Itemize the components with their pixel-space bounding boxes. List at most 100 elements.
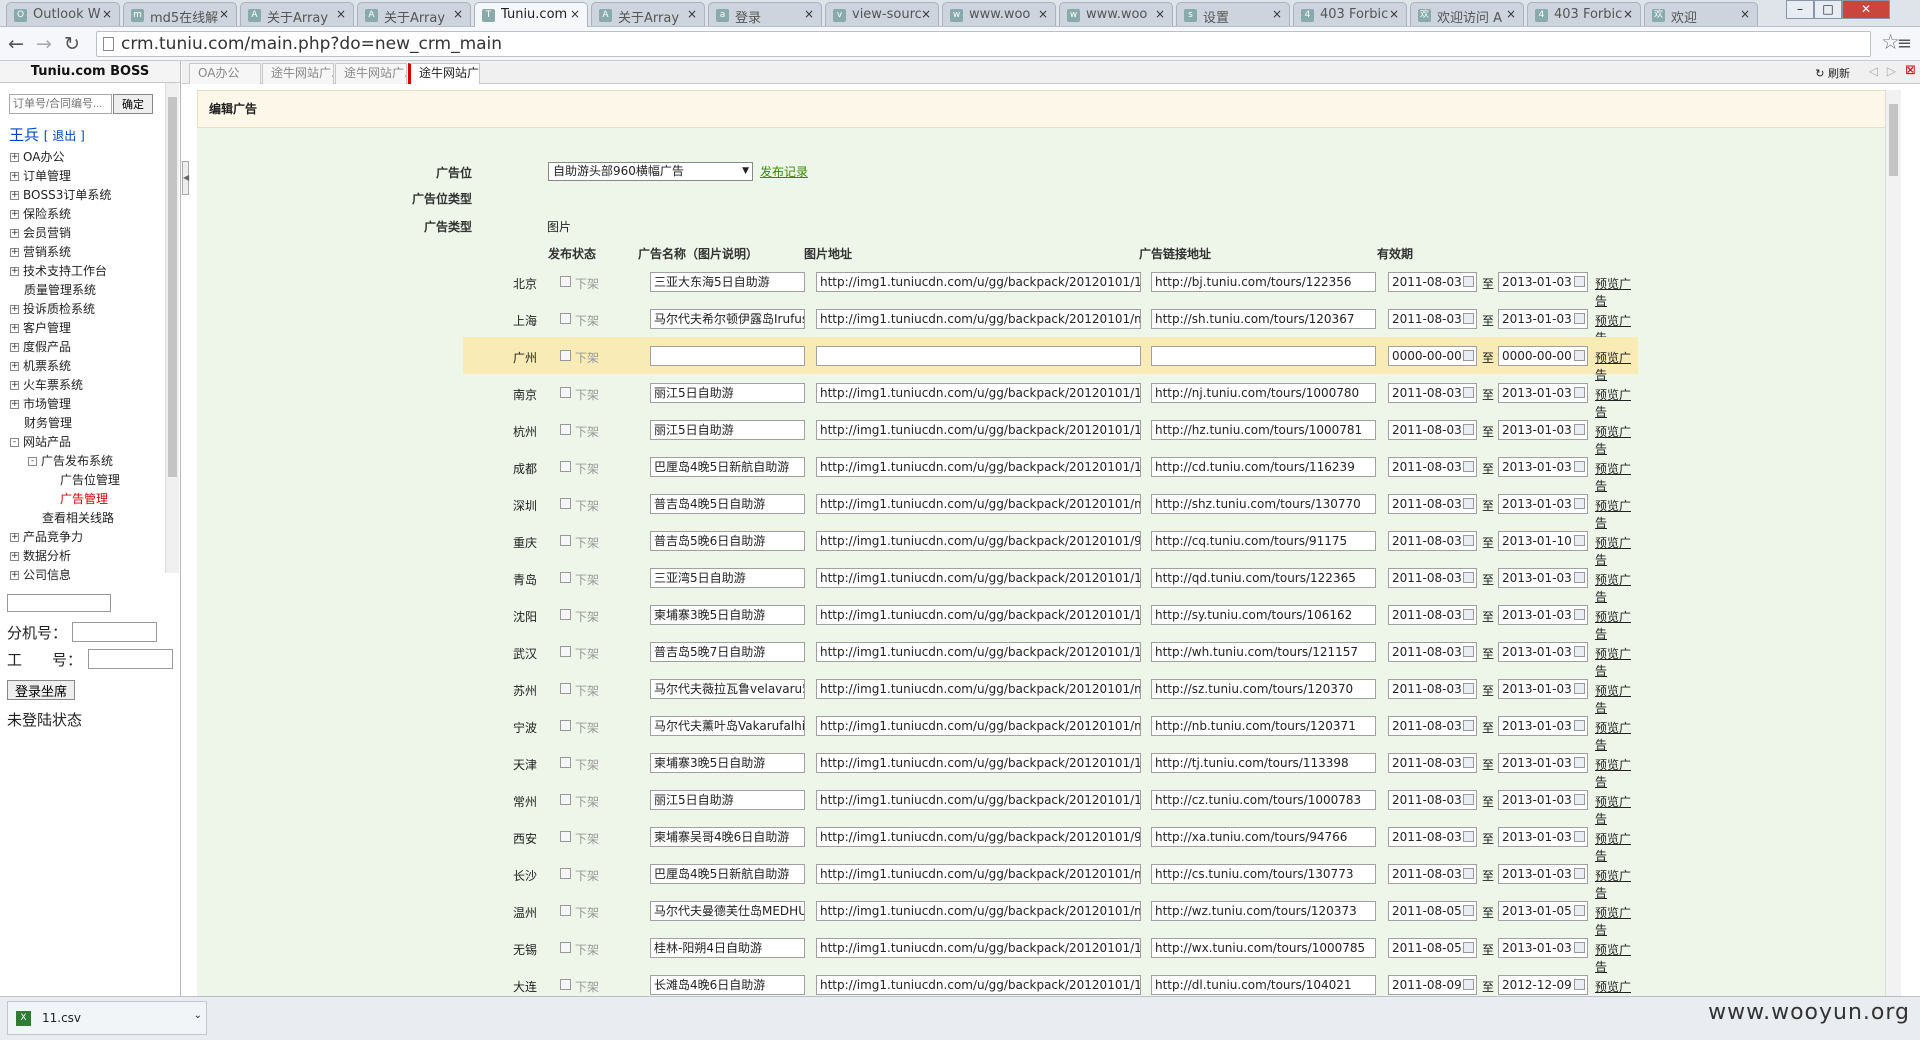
image-url-input[interactable]: http://img1.tuniucdn.com/u/gg/backpack/2…	[816, 272, 1141, 292]
confirm-button[interactable]: 确定	[113, 94, 153, 114]
status-checkbox[interactable]	[560, 831, 571, 842]
calendar-icon[interactable]	[1463, 683, 1474, 694]
tab-close-icon[interactable]: ×	[1272, 7, 1282, 21]
calendar-icon[interactable]	[1574, 831, 1585, 842]
tab-close-icon[interactable]: ×	[1506, 7, 1516, 21]
calendar-icon[interactable]	[1574, 942, 1585, 953]
tab-close-icon[interactable]: ×	[219, 7, 229, 21]
end-date-input[interactable]: 2013-01-03	[1498, 938, 1588, 958]
start-date-input[interactable]: 2011-08-05	[1388, 938, 1477, 958]
browser-tab[interactable]: w www.woo ×	[1059, 2, 1173, 26]
end-date-input[interactable]: 2013-01-03	[1498, 309, 1588, 329]
ad-name-input[interactable]	[650, 346, 805, 366]
end-date-input[interactable]: 2013-01-05	[1498, 901, 1588, 921]
extension-field[interactable]	[72, 622, 157, 642]
link-url-input[interactable]: http://cd.tuniu.com/tours/116239	[1151, 457, 1376, 477]
tab-close-icon[interactable]: ×	[1740, 7, 1750, 21]
ad-name-input[interactable]: 柬埔寨3晚5日自助游	[650, 753, 805, 773]
publish-log-link[interactable]: 发布记录	[760, 163, 808, 180]
start-date-input[interactable]: 2011-08-03	[1388, 679, 1477, 699]
calendar-icon[interactable]	[1574, 572, 1585, 583]
calendar-icon[interactable]	[1574, 276, 1585, 287]
end-date-input[interactable]: 2013-01-03	[1498, 420, 1588, 440]
image-url-input[interactable]: http://img1.tuniucdn.com/u/gg/backpack/2…	[816, 679, 1141, 699]
ad-name-input[interactable]: 普吉岛5晚6日自助游	[650, 531, 805, 551]
status-checkbox[interactable]	[560, 498, 571, 509]
start-date-input[interactable]: 2011-08-03	[1388, 568, 1477, 588]
tab-close-icon[interactable]: ×	[921, 7, 931, 21]
link-url-input[interactable]: http://dl.tuniu.com/tours/104021	[1151, 975, 1376, 995]
ad-name-input[interactable]: 普吉岛5晚7日自助游	[650, 642, 805, 662]
calendar-icon[interactable]	[1574, 609, 1585, 620]
prev-tab-icon[interactable]: ◁	[1869, 64, 1878, 78]
status-checkbox[interactable]	[560, 646, 571, 657]
link-url-input[interactable]: http://shz.tuniu.com/tours/130770	[1151, 494, 1376, 514]
status-checkbox[interactable]	[560, 794, 571, 805]
expand-icon[interactable]: +	[10, 210, 19, 219]
image-url-input[interactable]: http://img1.tuniucdn.com/u/gg/backpack/2…	[816, 309, 1141, 329]
ad-name-input[interactable]: 桂林-阳朔4日自助游	[650, 938, 805, 958]
link-url-input[interactable]: http://bj.tuniu.com/tours/122356	[1151, 272, 1376, 292]
calendar-icon[interactable]	[1463, 572, 1474, 583]
ad-name-input[interactable]: 柬埔寨3晚5日自助游	[650, 605, 805, 625]
browser-tab[interactable]: T Tuniu.com ×	[474, 2, 588, 28]
page-tab[interactable]: 途牛网站广...	[262, 63, 334, 84]
image-url-input[interactable]: http://img1.tuniucdn.com/u/gg/backpack/2…	[816, 975, 1141, 995]
image-url-input[interactable]: http://img1.tuniucdn.com/u/gg/backpack/2…	[816, 827, 1141, 847]
next-tab-icon[interactable]: ▷	[1887, 64, 1896, 78]
calendar-icon[interactable]	[1463, 609, 1474, 620]
nav-tree-item[interactable]: + 市场管理	[10, 395, 170, 414]
expand-icon[interactable]: +	[10, 400, 19, 409]
image-url-input[interactable]: http://img1.tuniucdn.com/u/gg/backpack/2…	[816, 420, 1141, 440]
nav-tree-item[interactable]: 财务管理	[10, 414, 170, 433]
link-url-input[interactable]	[1151, 346, 1376, 366]
phone-input[interactable]	[7, 594, 111, 612]
image-url-input[interactable]: http://img1.tuniucdn.com/u/gg/backpack/2…	[816, 716, 1141, 736]
order-search-input[interactable]	[9, 94, 112, 114]
link-url-input[interactable]: http://wz.tuniu.com/tours/120373	[1151, 901, 1376, 921]
calendar-icon[interactable]	[1463, 979, 1474, 990]
expand-icon[interactable]: +	[10, 533, 19, 542]
ad-name-input[interactable]: 长滩岛4晚6日自助游	[650, 975, 805, 995]
chevron-down-icon[interactable]: ⌄	[194, 1000, 202, 1032]
ad-name-input[interactable]: 巴厘岛4晚5日新航自助游	[650, 457, 805, 477]
expand-icon[interactable]: +	[10, 172, 19, 181]
status-checkbox[interactable]	[560, 276, 571, 287]
start-date-input[interactable]: 2011-08-03	[1388, 642, 1477, 662]
calendar-icon[interactable]	[1463, 905, 1474, 916]
nav-tree-item[interactable]: 广告位管理	[10, 471, 170, 490]
ad-name-input[interactable]: 丽江5日自助游	[650, 790, 805, 810]
start-date-input[interactable]: 2011-08-09	[1388, 975, 1477, 995]
nav-tree-item[interactable]: 广告管理	[10, 490, 170, 509]
calendar-icon[interactable]	[1463, 313, 1474, 324]
image-url-input[interactable]: http://img1.tuniucdn.com/u/gg/backpack/2…	[816, 938, 1141, 958]
ad-name-input[interactable]: 丽江5日自助游	[650, 420, 805, 440]
nav-tree-item[interactable]: + 投诉质检系统	[10, 300, 170, 319]
calendar-icon[interactable]	[1574, 868, 1585, 879]
start-date-input[interactable]: 2011-08-03	[1388, 716, 1477, 736]
link-url-input[interactable]: http://hz.tuniu.com/tours/1000781	[1151, 420, 1376, 440]
browser-tab[interactable]: A 关于Array ×	[591, 2, 705, 26]
calendar-icon[interactable]	[1574, 461, 1585, 472]
tab-close-icon[interactable]: ×	[570, 7, 580, 21]
nav-tree-item[interactable]: + 保险系统	[10, 205, 170, 224]
ad-name-input[interactable]: 三亚湾5日自助游	[650, 568, 805, 588]
end-date-input[interactable]: 0000-00-00	[1498, 346, 1588, 366]
end-date-input[interactable]: 2013-01-10	[1498, 531, 1588, 551]
status-checkbox[interactable]	[560, 350, 571, 361]
start-date-input[interactable]: 2011-08-03	[1388, 605, 1477, 625]
start-date-input[interactable]: 2011-08-03	[1388, 420, 1477, 440]
image-url-input[interactable]: http://img1.tuniucdn.com/u/gg/backpack/2…	[816, 864, 1141, 884]
end-date-input[interactable]: 2013-01-03	[1498, 568, 1588, 588]
link-url-input[interactable]: http://nj.tuniu.com/tours/1000780	[1151, 383, 1376, 403]
status-checkbox[interactable]	[560, 979, 571, 990]
nav-tree-item[interactable]: + 数据分析	[10, 547, 170, 566]
nav-tree-item[interactable]: 查看相关线路	[10, 509, 170, 528]
expand-icon[interactable]: +	[10, 343, 19, 352]
nav-tree-item[interactable]: + 营销系统	[10, 243, 170, 262]
end-date-input[interactable]: 2013-01-03	[1498, 753, 1588, 773]
nav-tree-item[interactable]: + 订单管理	[10, 167, 170, 186]
image-url-input[interactable]	[816, 346, 1141, 366]
start-date-input[interactable]: 2011-08-03	[1388, 531, 1477, 551]
expand-icon[interactable]: +	[10, 324, 19, 333]
